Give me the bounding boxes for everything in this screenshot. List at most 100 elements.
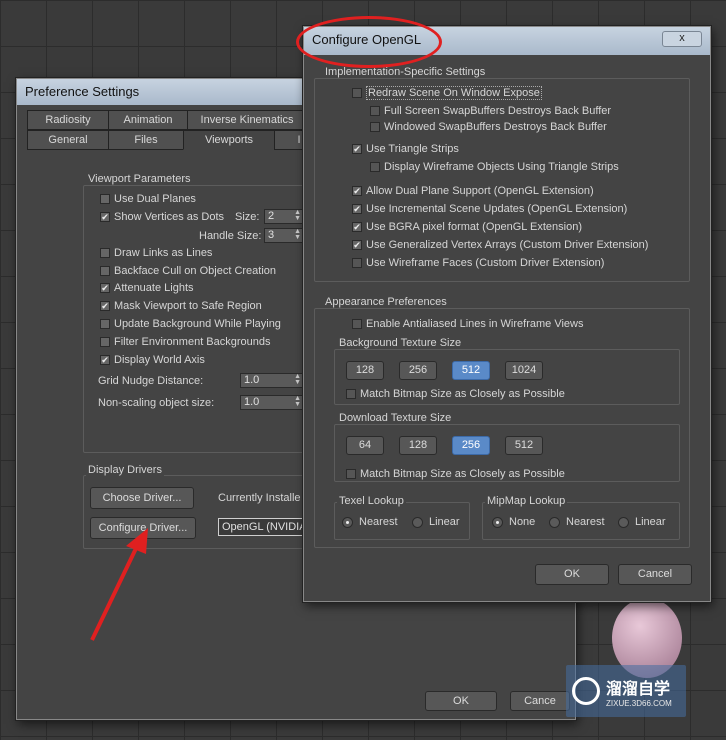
mipmap-lookup-label: MipMap Lookup: [485, 495, 568, 507]
configure-driver-button[interactable]: Configure Driver...: [90, 517, 196, 539]
radio-icon: [412, 516, 423, 528]
display-drivers-label: Display Drivers: [86, 464, 164, 476]
choose-driver-button[interactable]: Choose Driver...: [90, 487, 194, 509]
radio-selected-icon: [492, 516, 503, 528]
grid-nudge-spinner[interactable]: 1.0 ▲ ▼: [240, 373, 304, 388]
spinner-arrows-icon[interactable]: ▲ ▼: [294, 209, 301, 222]
currently-installed-label: Currently Installe: [218, 492, 301, 504]
fullscreen-swapbuffers-checkbox[interactable]: Full Screen SwapBuffers Destroys Back Bu…: [370, 105, 611, 117]
incremental-updates-checkbox[interactable]: ✔ Use Incremental Scene Updates (OpenGL E…: [352, 203, 627, 215]
checkbox-box: [346, 469, 356, 479]
antialiased-lines-checkbox[interactable]: Enable Antialiased Lines in Wireframe Vi…: [352, 318, 583, 330]
bg-size-1024-button[interactable]: 1024: [505, 361, 543, 380]
grid-nudge-label: Grid Nudge Distance:: [98, 375, 204, 387]
redraw-scene-checkbox[interactable]: Redraw Scene On Window Expose: [352, 86, 542, 100]
bgra-format-checkbox[interactable]: ✔ Use BGRA pixel format (OpenGL Extension…: [352, 221, 582, 233]
checkbox-box: [352, 258, 362, 268]
mask-viewport-checkbox[interactable]: ✔ Mask Viewport to Safe Region: [100, 300, 262, 312]
watermark-url: ZIXUE.3D66.COM: [606, 698, 672, 708]
viewport-parameters-label: Viewport Parameters: [86, 173, 193, 185]
pref-cancel-button[interactable]: Cance: [510, 691, 570, 711]
checkmark-icon: ✔: [100, 355, 110, 365]
show-vertices-checkbox[interactable]: ✔ Show Vertices as Dots: [100, 211, 224, 223]
update-background-checkbox[interactable]: Update Background While Playing: [100, 318, 281, 330]
checkbox-box: [100, 194, 110, 204]
bg-size-512-button[interactable]: 512: [452, 361, 490, 380]
checkbox-box: [352, 319, 362, 329]
spinner-arrows-icon[interactable]: ▲ ▼: [294, 373, 301, 386]
watermark-brand: 溜溜自学: [606, 680, 671, 698]
spinner-arrows-icon[interactable]: ▲ ▼: [294, 395, 301, 408]
mipmap-linear-radio[interactable]: Linear: [618, 516, 666, 528]
nonscaling-size-label: Non-scaling object size:: [98, 397, 215, 409]
checkbox-box: [370, 106, 380, 116]
tab-animation[interactable]: Animation: [108, 110, 188, 130]
checkbox-box: [100, 266, 110, 276]
checkbox-box: [370, 162, 380, 172]
windowed-swapbuffers-checkbox[interactable]: Windowed SwapBuffers Destroys Back Buffe…: [370, 121, 607, 133]
filter-environment-checkbox[interactable]: Filter Environment Backgrounds: [100, 336, 271, 348]
driver-field: OpenGL (NVIDIA: [218, 518, 308, 536]
checkmark-icon: ✔: [352, 204, 362, 214]
checkbox-box: [100, 248, 110, 258]
radio-selected-icon: [342, 516, 353, 528]
checkbox-box: [100, 337, 110, 347]
dl-size-64-button[interactable]: 64: [346, 436, 384, 455]
bg-size-128-button[interactable]: 128: [346, 361, 384, 380]
dl-match-bitmap-checkbox[interactable]: Match Bitmap Size as Closely as Possible: [346, 468, 565, 480]
checkmark-icon: ✔: [352, 144, 362, 154]
use-dual-planes-checkbox[interactable]: Use Dual Planes: [100, 193, 196, 205]
radio-icon: [618, 516, 629, 528]
texel-nearest-radio[interactable]: Nearest: [342, 516, 398, 528]
generalized-vertex-arrays-checkbox[interactable]: ✔ Use Generalized Vertex Arrays (Custom D…: [352, 239, 648, 251]
checkmark-icon: ✔: [100, 212, 110, 222]
pref-ok-button[interactable]: OK: [425, 691, 497, 711]
checkmark-icon: ✔: [352, 186, 362, 196]
checkmark-icon: ✔: [100, 301, 110, 311]
checkbox-box: [100, 319, 110, 329]
display-world-axis-checkbox[interactable]: ✔ Display World Axis: [100, 354, 205, 366]
checkbox-box: [346, 389, 356, 399]
background-texture-label: Background Texture Size: [337, 337, 464, 349]
close-icon[interactable]: x: [662, 31, 702, 47]
size-label: Size:: [235, 211, 260, 223]
download-texture-label: Download Texture Size: [337, 412, 454, 424]
attenuate-lights-checkbox[interactable]: ✔ Attenuate Lights: [100, 282, 194, 294]
dl-size-128-button[interactable]: 128: [399, 436, 437, 455]
wireframe-triangle-strips-checkbox[interactable]: Display Wireframe Objects Using Triangle…: [370, 161, 619, 173]
wireframe-faces-checkbox[interactable]: Use Wireframe Faces (Custom Driver Exten…: [352, 257, 604, 269]
mipmap-none-radio[interactable]: None: [492, 516, 535, 528]
size-spinner[interactable]: 2 ▲ ▼: [264, 209, 304, 224]
backface-cull-checkbox[interactable]: Backface Cull on Object Creation: [100, 265, 276, 277]
watermark-logo-icon: [572, 677, 600, 705]
configure-opengl-window: Configure OpenGL x Implementation-Specif…: [303, 26, 711, 602]
tab-general[interactable]: General: [27, 130, 109, 150]
dl-size-512-button[interactable]: 512: [505, 436, 543, 455]
appearance-preferences-label: Appearance Preferences: [323, 296, 449, 308]
bg-match-bitmap-checkbox[interactable]: Match Bitmap Size as Closely as Possible: [346, 388, 565, 400]
texel-linear-radio[interactable]: Linear: [412, 516, 460, 528]
checkbox-box: [370, 122, 380, 132]
nonscaling-size-spinner[interactable]: 1.0 ▲ ▼: [240, 395, 304, 410]
dual-plane-support-checkbox[interactable]: ✔ Allow Dual Plane Support (OpenGL Extens…: [352, 185, 594, 197]
use-triangle-strips-checkbox[interactable]: ✔ Use Triangle Strips: [352, 143, 459, 155]
opengl-cancel-button[interactable]: Cancel: [618, 564, 692, 585]
opengl-ok-button[interactable]: OK: [535, 564, 609, 585]
dl-size-256-button[interactable]: 256: [452, 436, 490, 455]
watermark: 溜溜自学 ZIXUE.3D66.COM: [566, 665, 686, 717]
spinner-arrows-icon[interactable]: ▲ ▼: [294, 228, 301, 241]
implementation-settings-label: Implementation-Specific Settings: [323, 66, 488, 78]
checkmark-icon: ✔: [352, 240, 362, 250]
texel-lookup-label: Texel Lookup: [337, 495, 406, 507]
tab-inverse-kinematics[interactable]: Inverse Kinematics: [187, 110, 307, 130]
draw-links-checkbox[interactable]: Draw Links as Lines: [100, 247, 212, 259]
radio-icon: [549, 516, 560, 528]
tab-radiosity[interactable]: Radiosity: [27, 110, 109, 130]
handle-size-spinner[interactable]: 3 ▲ ▼: [264, 228, 304, 243]
handle-size-label: Handle Size:: [199, 230, 262, 242]
tab-files[interactable]: Files: [108, 130, 184, 150]
tab-viewports[interactable]: Viewports: [183, 130, 275, 150]
checkmark-icon: ✔: [100, 283, 110, 293]
bg-size-256-button[interactable]: 256: [399, 361, 437, 380]
mipmap-nearest-radio[interactable]: Nearest: [549, 516, 605, 528]
